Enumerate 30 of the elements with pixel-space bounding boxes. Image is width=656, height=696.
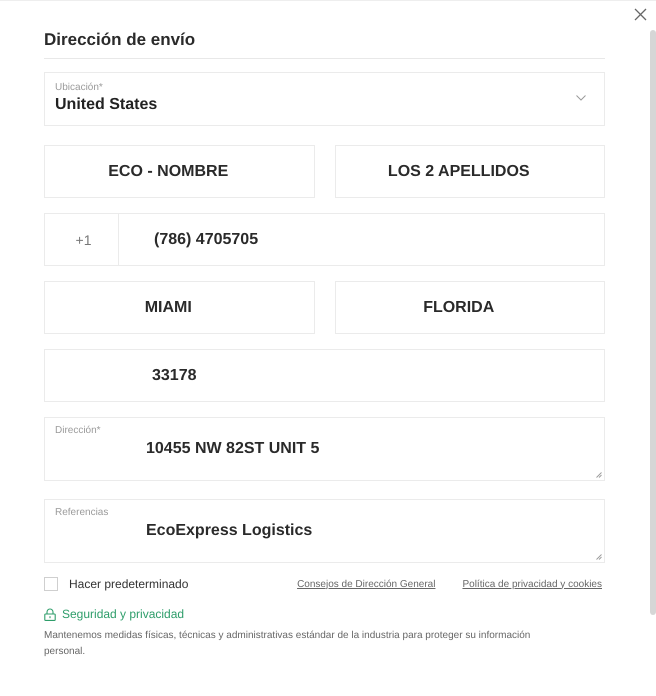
text-field[interactable]: LOS 2 APELLIDOS (334, 145, 605, 198)
text-field[interactable]: 33178 (44, 349, 605, 402)
dialog-title: Dirección de envío (44, 28, 605, 59)
link[interactable]: Consejos de Dirección General (297, 578, 436, 590)
text-field[interactable]: ECO - NOMBRE (44, 145, 314, 198)
field-value: 10455 NW 82ST UNIT 5 (146, 439, 320, 459)
textarea-field[interactable]: Referencias EcoExpress Logistics (44, 499, 605, 563)
country-code-field[interactable]: +1 (44, 213, 118, 266)
scrollbar-thumb[interactable] (650, 30, 656, 615)
resize-handle-icon[interactable] (596, 472, 602, 478)
close-button[interactable] (634, 8, 647, 21)
resize-handle-icon[interactable] (596, 554, 602, 560)
phone-field[interactable]: (786) 4705705 (118, 213, 605, 266)
link[interactable]: Política de privacidad y cookies (462, 578, 602, 590)
textarea-field[interactable]: Dirección* 10455 NW 82ST UNIT 5 (44, 417, 605, 481)
field-label: Dirección* (55, 424, 101, 437)
close-icon (634, 8, 647, 21)
security-text: Mantenemos medidas físicas, técnicas y administrativas estándar de la industria para proteger su información personal. (44, 629, 532, 659)
text-field[interactable]: MIAMI (44, 281, 314, 334)
chevron-down-icon (576, 95, 586, 101)
lock-icon (44, 608, 56, 620)
security-heading: Seguridad y privacidad (62, 607, 184, 621)
checkbox[interactable] (44, 577, 58, 591)
select-value: United States (55, 95, 158, 115)
location-select[interactable]: Ubicación* United States (44, 72, 605, 126)
field-value: EcoExpress Logistics (146, 521, 312, 541)
field-label: Ubicación* (55, 81, 103, 94)
checkbox-label[interactable]: Hacer predeterminado (69, 577, 188, 591)
text-field[interactable]: FLORIDA (334, 281, 605, 334)
field-label: Referencias (55, 506, 108, 519)
